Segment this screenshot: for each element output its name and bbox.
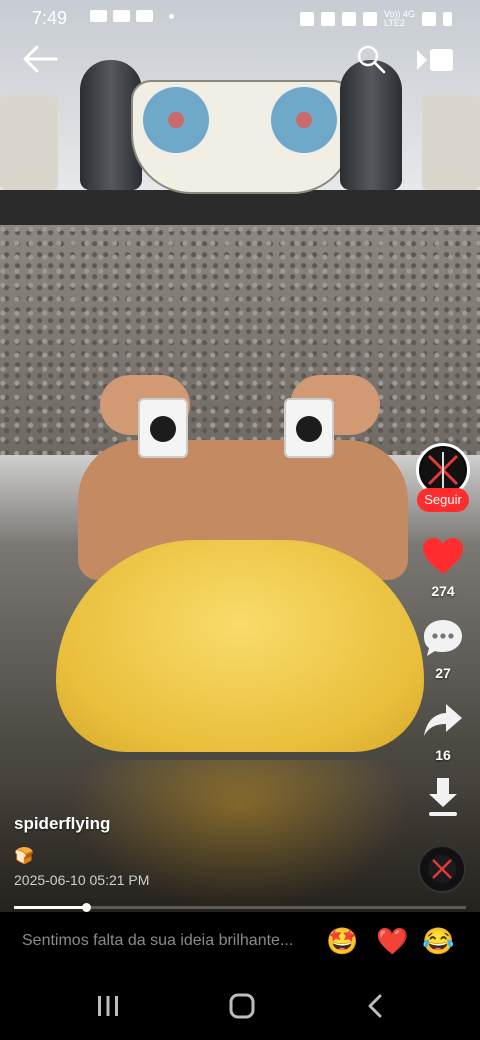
follow-button[interactable]: Seguir	[417, 488, 469, 512]
video-pot-right	[422, 95, 480, 190]
avatar-logo-icon	[421, 448, 465, 492]
video-camera-icon[interactable]	[415, 46, 455, 74]
post-timestamp: 2025-06-10 05:21 PM	[14, 872, 150, 888]
system-nav-bar	[0, 972, 480, 1040]
comments-count: 27	[435, 665, 451, 681]
video-progress-bar[interactable]	[14, 903, 466, 912]
signal-icon	[341, 12, 356, 26]
video-notification-icon	[90, 10, 107, 22]
likes-count: 274	[431, 583, 455, 599]
comment-button[interactable]: 27	[414, 618, 472, 681]
arrow-left-icon[interactable]	[22, 44, 58, 74]
status-time: 7:49	[32, 8, 68, 28]
status-system-icons: Vo)) 4G LTE2	[299, 9, 452, 28]
signal2-icon	[422, 12, 436, 26]
download-icon	[429, 778, 457, 816]
video-progress-fill	[14, 906, 87, 909]
video-band-left	[138, 398, 188, 458]
share-arrow-icon	[424, 704, 462, 736]
search-icon[interactable]	[356, 44, 386, 74]
youtube-notification-icon	[136, 10, 153, 22]
post-caption: 🍞	[14, 848, 34, 865]
status-bar: 7:49 Vo)) 4G LTE2	[0, 0, 480, 36]
comment-input[interactable]: Sentimos falta da sua ideia brilhante...	[22, 932, 293, 950]
mute-icon	[320, 12, 335, 26]
home-icon[interactable]	[222, 990, 262, 1022]
comment-bubble-icon	[424, 620, 462, 656]
video-granite-wall	[0, 225, 480, 455]
like-button[interactable]: 274	[414, 536, 472, 599]
emoji-star-struck-button[interactable]: 🤩	[326, 926, 358, 956]
battery-icon	[443, 12, 452, 26]
emoji-heart-button[interactable]: ❤️	[376, 926, 408, 956]
music-disc-logo-icon	[428, 855, 456, 883]
video-pot-left	[0, 95, 58, 190]
video-band-right	[284, 398, 334, 458]
download-button[interactable]	[414, 776, 472, 823]
screen: 7:49 Vo)) 4G LTE2 Seguir 274 27 16 spide…	[0, 0, 480, 1040]
video-bowl	[131, 80, 353, 194]
recents-icon[interactable]	[88, 990, 128, 1022]
shares-count: 16	[435, 747, 451, 763]
video-cheese	[56, 540, 424, 752]
video-flower-right	[271, 87, 337, 153]
alarm-icon	[299, 12, 314, 26]
creator-username[interactable]: spiderflying	[14, 814, 110, 834]
video-player[interactable]	[0, 0, 480, 935]
status-notification-icons	[90, 10, 174, 22]
music-disc[interactable]	[418, 845, 466, 893]
back-chevron-icon[interactable]	[356, 990, 396, 1022]
emoji-laughing-button[interactable]: 😂	[422, 926, 454, 956]
wifi-icon	[362, 12, 377, 26]
video-vase-right	[340, 60, 402, 190]
network-label: Vo)) 4G LTE2	[383, 9, 415, 28]
comment-bar: Sentimos falta da sua ideia brilhante...…	[0, 912, 480, 972]
gallery-notification-icon	[113, 10, 130, 22]
share-button[interactable]: 16	[414, 700, 472, 763]
more-notifications-icon	[169, 14, 174, 19]
video-flower-left	[143, 87, 209, 153]
heart-icon	[423, 538, 463, 574]
